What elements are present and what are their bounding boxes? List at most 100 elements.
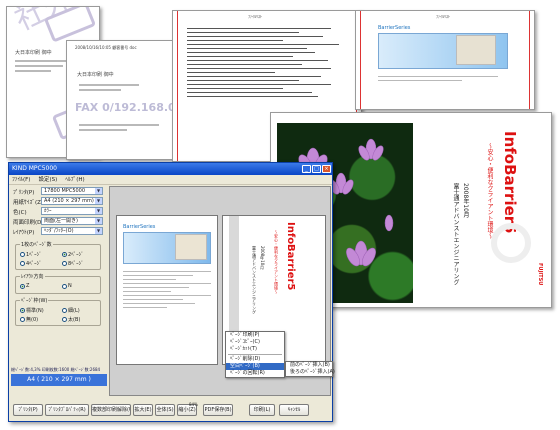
- color-select[interactable]: ｶﾗｰ ▼: [41, 207, 103, 215]
- radio-icon: [62, 252, 67, 257]
- maximize-icon[interactable]: □: [312, 165, 321, 173]
- cover-page: InfoBarrier5 ～安心・便利なクライアント環境～ 2008年10月 富…: [421, 123, 547, 303]
- radio-dir-n[interactable]: N: [62, 283, 72, 289]
- color-value: ｶﾗｰ: [44, 208, 52, 214]
- radio-icon: [20, 283, 25, 289]
- status-size: A4 ( 210 × 297 mm ): [11, 374, 107, 386]
- ctx-copy[interactable]: ﾍﾟｰｼﾞｺﾋﾟｰ(C): [226, 339, 284, 346]
- ctx-cut[interactable]: ﾍﾟｰｼﾞｶｯﾄ(T): [226, 346, 284, 353]
- menu-settings[interactable]: 設定(S): [38, 175, 57, 184]
- radio-border-none[interactable]: 無(0): [20, 316, 38, 323]
- window-title: KIND MPC5000: [12, 165, 57, 172]
- duplex-value: 両面(左一開き): [44, 218, 78, 224]
- printer-button[interactable]: ﾌﾟﾘﾝﾀ(P): [13, 404, 43, 416]
- pdf-save-button[interactable]: PDF保存(B): [203, 404, 233, 416]
- list-lines: [187, 25, 347, 100]
- cancel-button[interactable]: ｷｬﾝｾﾙ: [279, 404, 309, 416]
- radio-border-normal-label: 標準(N): [26, 308, 44, 314]
- cover-date: 2008年10月: [462, 183, 469, 218]
- papersize-value: A4 (210 × 297 mm): [44, 198, 94, 204]
- radio-8page[interactable]: 8ﾍﾟｰｼﾞ: [62, 260, 84, 267]
- radio-icon: [20, 252, 25, 257]
- context-submenu: 前のﾍﾟｰｼﾞ挿入(B) 後ろのﾍﾟｰｼﾞ挿入(A): [285, 361, 335, 377]
- preview-cover-company: 富士通アドバンストエンジニアリング: [252, 246, 257, 314]
- fax-addressee: 大日本印刷 御中: [15, 50, 52, 56]
- menu-help[interactable]: ﾍﾙﾌﾟ(H): [65, 175, 84, 184]
- layout-select[interactable]: ﾍｯﾀﾞ/ﾌｯﾀｰ(O) ▼: [41, 227, 103, 235]
- radio-icon: [20, 317, 25, 322]
- preview-cover-sub: ～安心・便利なクライアント環境～: [274, 230, 279, 294]
- radio-dir-n-label: N: [68, 283, 72, 289]
- radio-4page[interactable]: 4ﾍﾟｰｼﾞ: [20, 260, 42, 267]
- radio-border-bold-label: 太(B): [68, 317, 81, 323]
- radio-dir-z-label: Z: [26, 283, 30, 289]
- preview-lines: [123, 268, 211, 311]
- radio-2page[interactable]: 2ﾍﾟｰｼﾞ: [62, 251, 84, 258]
- fujitsu-logo: FUJITSU: [537, 263, 543, 286]
- radio-icon: [20, 261, 25, 266]
- doc-fax-cover: 2008/10/16/10:05 顧客番号 doc 大日本印刷 御中 FAX 0…: [66, 40, 176, 160]
- radio-2page-label: 2ﾍﾟｰｼﾞ: [68, 252, 84, 258]
- menu-bar: ﾌｧｲﾙ(F) 設定(S) ﾍﾙﾌﾟ(H): [9, 175, 332, 185]
- zoom-level: 84%: [189, 402, 198, 407]
- radio-icon: [62, 317, 67, 322]
- fax-number: FAX 0/192.168.0.1: [75, 101, 176, 114]
- zoom-in-button[interactable]: 拡大(E): [133, 404, 153, 416]
- fit-button[interactable]: 全体(S): [155, 404, 175, 416]
- web-header: ﾌｧｲﾙﾘｽﾄ: [436, 14, 450, 19]
- printer-select[interactable]: 17800 MPC5000 ▼: [41, 187, 103, 195]
- printer-value: 17800 MPC5000: [44, 188, 86, 194]
- print-window: KIND MPC5000 _ □ × ﾌｧｲﾙ(F) 設定(S) ﾍﾙﾌﾟ(H)…: [8, 162, 335, 422]
- cover-ring: [491, 223, 531, 263]
- preview-photo: [175, 234, 207, 260]
- web-brand: BarrierSeries: [378, 25, 411, 31]
- pages-group-caption: 1枚のﾍﾟｰｼﾞ数: [20, 241, 53, 248]
- minimize-icon[interactable]: _: [302, 165, 311, 173]
- radio-border-normal[interactable]: 標準(N): [20, 307, 44, 314]
- border-group-caption: ﾍﾟｰｼﾞ枠(W): [20, 297, 49, 304]
- menu-file[interactable]: ﾌｧｲﾙ(F): [12, 175, 30, 184]
- close-icon[interactable]: ×: [322, 165, 331, 173]
- radio-dir-z[interactable]: Z: [20, 283, 29, 289]
- fax-cover-lines: [79, 121, 159, 134]
- cancel-multi-button[interactable]: 複数部印刷解除(U): [91, 404, 131, 416]
- settings-panel: ﾌﾟﾘﾝﾀ(P) 17800 MPC5000 ▼ 用紙ｻｲｽﾞ(Z) A4 (21…: [11, 186, 105, 391]
- button-bar: ﾌﾟﾘﾝﾀ(P) ﾌﾟﾘﾝﾀﾌﾟﾛﾊﾟﾃｨ(R) 複数部印刷解除(U) 拡大(E…: [9, 401, 332, 421]
- ctx-delete[interactable]: ﾍﾟｰｼﾞ削除(D): [226, 356, 284, 363]
- radio-4page-label: 4ﾍﾟｰｼﾞ: [26, 261, 42, 267]
- preview-cover-date: 2008年10月: [260, 246, 265, 270]
- cover-subtitle: ～安心・便利なクライアント環境～: [486, 143, 493, 239]
- border-group: ﾍﾟｰｼﾞ枠(W) 標準(N) 細(L) 無(0) 太(B): [15, 297, 101, 326]
- fax-header: 2008/10/16/10:05 顧客番号 doc: [75, 45, 137, 50]
- direction-group-caption: ﾚｲｱｳﾄ方向: [20, 273, 45, 280]
- title-bar: KIND MPC5000 _ □ ×: [9, 163, 332, 175]
- chevron-down-icon: ▼: [95, 208, 102, 214]
- print-button[interactable]: 印刷(L): [249, 404, 275, 416]
- web-photo: [456, 35, 496, 65]
- direction-group: ﾚｲｱｳﾄ方向 Z N: [15, 273, 101, 294]
- papersize-select[interactable]: A4 (210 × 297 mm) ▼: [41, 197, 103, 205]
- radio-border-bold[interactable]: 太(B): [62, 316, 80, 323]
- list-header: ﾌｧｲﾙﾘｽﾄ: [248, 14, 262, 19]
- radio-border-thin[interactable]: 細(L): [62, 307, 80, 314]
- ctx-insert-after[interactable]: 後ろのﾍﾟｰｼﾞ挿入(A): [286, 369, 335, 376]
- printer-label: ﾌﾟﾘﾝﾀ(P): [13, 190, 35, 196]
- fax-cover-body: [79, 81, 139, 94]
- pages-group: 1枚のﾍﾟｰｼﾞ数 1ﾍﾟｰｼﾞ 2ﾍﾟｰｼﾞ 4ﾍﾟｰｼﾞ 8ﾍﾟｰｼﾞ: [15, 241, 101, 270]
- ctx-insert-before[interactable]: 前のﾍﾟｰｼﾞ挿入(B): [286, 362, 332, 369]
- duplex-select[interactable]: 両面(左一開き) ▼: [41, 217, 103, 225]
- web-text: [378, 73, 498, 84]
- chevron-down-icon: ▼: [95, 188, 102, 194]
- radio-icon: [62, 261, 67, 266]
- ctx-rotate[interactable]: ﾍﾟｰｼﾞの回転(R): [226, 370, 284, 377]
- radio-icon: [62, 308, 67, 313]
- radio-border-none-label: 無(0): [26, 317, 39, 323]
- radio-8page-label: 8ﾍﾟｰｼﾞ: [68, 261, 84, 267]
- radio-1page[interactable]: 1ﾍﾟｰｼﾞ: [20, 251, 42, 258]
- printer-properties-button[interactable]: ﾌﾟﾘﾝﾀﾌﾟﾛﾊﾟﾃｨ(R): [45, 404, 89, 416]
- ctx-blank[interactable]: 空白ﾍﾟｰｼﾞ(B): [226, 363, 284, 370]
- ctx-print[interactable]: ﾍﾟｰｼﾞ印刷(P): [226, 332, 284, 339]
- status-line: 総ﾍﾟｰｼﾞ数:4,3% 印刷枚数:1600 総ﾍﾟｰｼﾞ数:2684: [11, 367, 101, 372]
- duplex-label: 両面印刷(D): [13, 220, 44, 226]
- layout-value: ﾍｯﾀﾞ/ﾌｯﾀｰ(O): [44, 228, 74, 234]
